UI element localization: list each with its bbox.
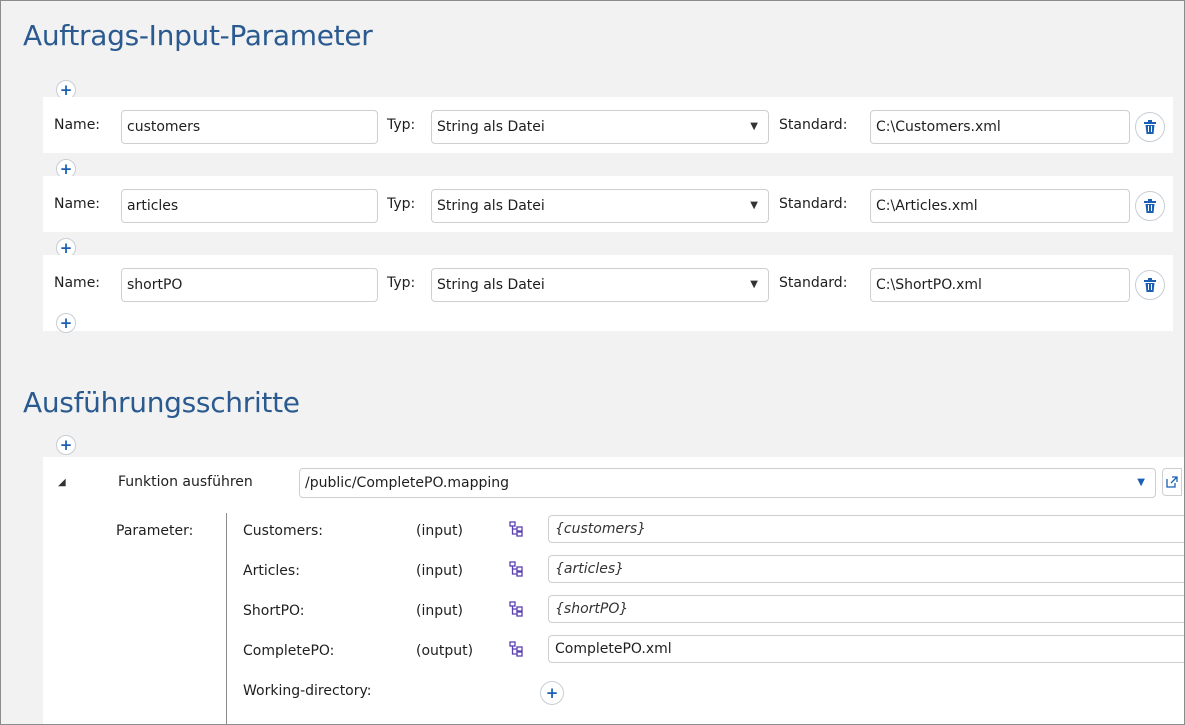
- param-name-input[interactable]: articles: [121, 189, 378, 223]
- collapse-toggle-icon[interactable]: ◢: [58, 477, 66, 488]
- param-direction: (input): [416, 603, 463, 619]
- chevron-down-icon: ▼: [750, 121, 758, 132]
- add-step-button[interactable]: +: [56, 435, 76, 455]
- step-label: Funktion ausführen: [118, 474, 253, 490]
- job-config-panel: Auftrags-Input-Parameter + Name: custome…: [0, 0, 1185, 725]
- param-value-input[interactable]: {customers}: [548, 515, 1184, 543]
- param-name-input[interactable]: customers: [121, 110, 378, 144]
- name-label: Name:: [54, 117, 101, 133]
- mapping-tree-icon[interactable]: [509, 561, 523, 577]
- type-label: Typ:: [387, 117, 416, 133]
- param-row: Name: customers Typ: String als Datei ▼ …: [43, 97, 1173, 153]
- plus-icon: +: [59, 80, 73, 99]
- trash-icon: [1144, 120, 1156, 134]
- param-default-input[interactable]: C:\ShortPO.xml: [870, 268, 1130, 302]
- default-label: Standard:: [779, 117, 848, 133]
- param-name: CompletePO:: [243, 643, 335, 659]
- params-divider: [226, 513, 227, 724]
- plus-icon: +: [545, 683, 559, 702]
- param-value-input[interactable]: {articles}: [548, 555, 1184, 583]
- working-directory-label: Working-directory:: [243, 683, 372, 699]
- param-type-value: String als Datei: [437, 277, 545, 293]
- param-type-value: String als Datei: [437, 198, 545, 214]
- delete-param-button[interactable]: [1135, 191, 1165, 221]
- exec-steps-title: Ausführungsschritte: [23, 386, 300, 419]
- function-path-select[interactable]: /public/CompletePO.mapping ▼: [299, 468, 1156, 498]
- function-path-value: /public/CompletePO.mapping: [305, 475, 510, 491]
- param-type-select[interactable]: String als Datei ▼: [431, 189, 769, 223]
- chevron-down-icon: ▼: [750, 279, 758, 290]
- plus-icon: +: [59, 238, 73, 257]
- name-label: Name:: [54, 196, 101, 212]
- type-label: Typ:: [387, 196, 416, 212]
- add-param-button-3[interactable]: +: [56, 313, 76, 333]
- mapping-tree-icon[interactable]: [509, 521, 523, 537]
- param-value-input[interactable]: CompletePO.xml: [548, 635, 1184, 663]
- trash-icon: [1144, 278, 1156, 292]
- param-type-select[interactable]: String als Datei ▼: [431, 110, 769, 144]
- delete-param-button[interactable]: [1135, 270, 1165, 300]
- add-working-directory-button[interactable]: +: [540, 681, 564, 705]
- param-type-select[interactable]: String als Datei ▼: [431, 268, 769, 302]
- param-direction: (output): [416, 643, 474, 659]
- plus-icon: +: [59, 159, 73, 178]
- param-direction: (input): [416, 523, 463, 539]
- plus-icon: +: [59, 313, 73, 332]
- param-value-input[interactable]: {shortPO}: [548, 595, 1184, 623]
- delete-param-button[interactable]: [1135, 112, 1165, 142]
- param-name: Articles:: [243, 563, 300, 579]
- param-default-input[interactable]: C:\Customers.xml: [870, 110, 1130, 144]
- plus-icon: +: [59, 435, 73, 454]
- chevron-down-icon: ▼: [1137, 477, 1145, 488]
- default-label: Standard:: [779, 275, 848, 291]
- trash-icon: [1144, 199, 1156, 213]
- param-name: Customers:: [243, 523, 324, 539]
- param-row: Name: shortPO Typ: String als Datei ▼ St…: [43, 255, 1173, 331]
- mapping-tree-icon[interactable]: [509, 601, 523, 617]
- parameter-label: Parameter:: [116, 523, 194, 539]
- param-row: Name: articles Typ: String als Datei ▼ S…: [43, 176, 1173, 232]
- name-label: Name:: [54, 275, 101, 291]
- default-label: Standard:: [779, 196, 848, 212]
- mapping-tree-icon[interactable]: [509, 641, 523, 657]
- open-mapping-button[interactable]: [1162, 468, 1182, 496]
- param-default-input[interactable]: C:\Articles.xml: [870, 189, 1130, 223]
- execution-step: ◢ Funktion ausführen /public/CompletePO.…: [43, 457, 1184, 724]
- type-label: Typ:: [387, 275, 416, 291]
- external-link-icon: [1166, 476, 1178, 488]
- input-params-title: Auftrags-Input-Parameter: [23, 19, 373, 52]
- param-name: ShortPO:: [243, 603, 305, 619]
- param-type-value: String als Datei: [437, 119, 545, 135]
- param-direction: (input): [416, 563, 463, 579]
- chevron-down-icon: ▼: [750, 200, 758, 211]
- param-name-input[interactable]: shortPO: [121, 268, 378, 302]
